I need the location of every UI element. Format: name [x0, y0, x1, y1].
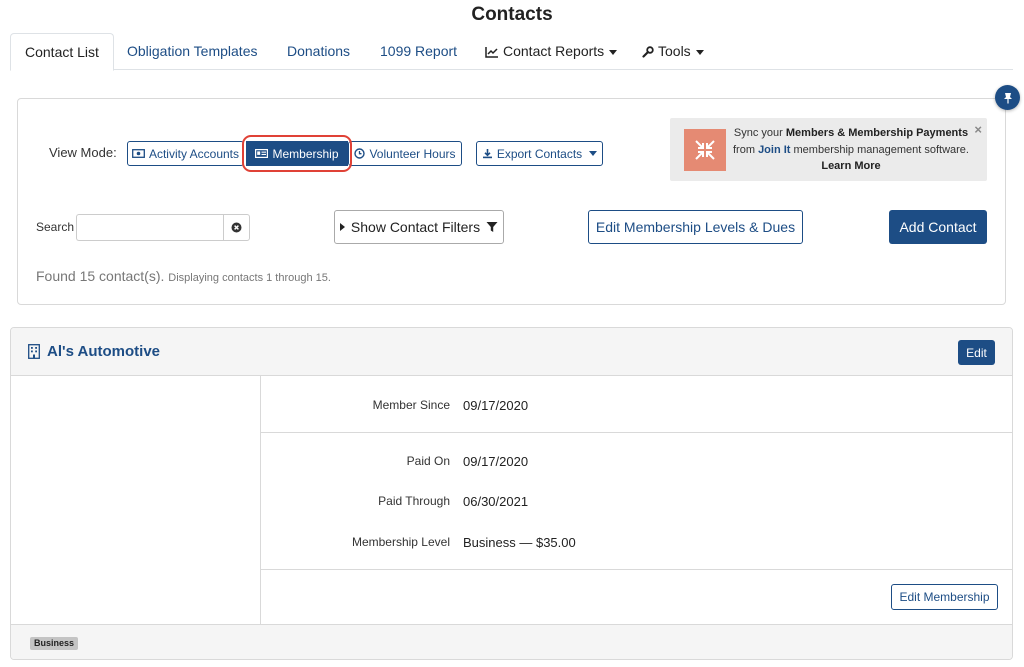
download-icon — [482, 149, 492, 159]
paid-on-value: 09/17/2020 — [463, 454, 529, 469]
promo-text: Sync your Members & Membership Payments … — [728, 125, 974, 175]
tab-label: Donations — [287, 43, 351, 59]
contact-card: Al's Automotive Edit Member Since 09/17/… — [10, 327, 1013, 660]
paid-through-value: 06/30/2021 — [463, 494, 529, 509]
edit-membership-levels-button[interactable]: Edit Membership Levels & Dues — [588, 210, 803, 244]
divider — [261, 569, 1012, 570]
pin-icon[interactable] — [995, 85, 1020, 110]
view-activity-accounts-button[interactable]: Activity Accounts — [127, 141, 244, 166]
filter-icon — [486, 222, 498, 232]
paid-on-label: Paid On — [406, 454, 450, 468]
button-label: Volunteer Hours — [369, 146, 456, 161]
divider — [261, 432, 1012, 433]
page-title: Contacts — [471, 4, 553, 25]
button-label: Export Contacts — [496, 146, 583, 161]
button-label: Edit Membership — [899, 590, 990, 604]
wrench-icon — [642, 46, 654, 58]
tab-label: 1099 Report — [380, 43, 458, 59]
tab-1099-report[interactable]: 1099 Report — [366, 33, 471, 70]
clock-icon — [354, 148, 366, 159]
membership-badge: Business — [30, 637, 79, 650]
join-it-link[interactable]: Join It — [758, 144, 790, 156]
learn-more-link[interactable]: Learn More — [821, 160, 880, 172]
search-input[interactable] — [76, 214, 224, 241]
member-since-label: Member Since — [372, 398, 450, 412]
export-contacts-button[interactable]: Export Contacts — [476, 141, 603, 166]
tab-tools[interactable]: Tools — [628, 33, 718, 70]
show-contact-filters-button[interactable]: Show Contact Filters — [334, 210, 504, 244]
button-label: Add Contact — [899, 219, 977, 235]
edit-membership-button[interactable]: Edit Membership — [891, 584, 998, 610]
membership-level-value: Business — $35.00 — [463, 535, 576, 550]
clear-search-button[interactable] — [223, 214, 250, 241]
selection-highlight — [242, 135, 352, 172]
contact-card-header: Al's Automotive Edit — [11, 328, 1012, 376]
search-label: Search — [36, 220, 75, 234]
contact-name[interactable]: Al's Automotive — [28, 343, 160, 360]
chart-line-icon — [485, 47, 498, 58]
view-volunteer-hours-button[interactable]: Volunteer Hours — [348, 141, 462, 166]
member-since-value: 09/17/2020 — [463, 398, 529, 413]
tab-bar: Contact List Obligation Templates Donati… — [10, 33, 1013, 71]
tab-label: Obligation Templates — [127, 43, 258, 59]
tab-obligation-templates[interactable]: Obligation Templates — [113, 33, 271, 70]
tab-contact-reports[interactable]: Contact Reports — [471, 33, 631, 70]
money-icon — [132, 149, 145, 158]
tab-label: Contact List — [25, 44, 99, 60]
tab-label: Tools — [658, 43, 691, 59]
results-summary: Found 15 contact(s). Displaying contacts… — [36, 268, 331, 284]
promo-text-part: Sync your — [733, 127, 786, 139]
promo-text-part: membership management software. — [790, 143, 969, 156]
paid-through-label: Paid Through — [378, 494, 450, 508]
contact-card-left-column — [11, 376, 261, 624]
button-label: Show Contact Filters — [350, 219, 481, 235]
add-contact-button[interactable]: Add Contact — [889, 210, 987, 244]
close-circle-icon — [231, 222, 242, 233]
found-count: Found 15 contact(s). — [36, 268, 165, 284]
button-label: Edit Membership Levels & Dues — [595, 219, 796, 235]
tab-label: Contact Reports — [503, 43, 605, 59]
tab-donations[interactable]: Donations — [273, 33, 364, 70]
contact-name-text: Al's Automotive — [47, 343, 161, 360]
promo-text-bold: Members & Membership Payments — [785, 127, 969, 139]
contact-card-footer: Business — [11, 624, 1012, 659]
chevron-down-icon — [609, 49, 618, 55]
button-label: Edit — [966, 345, 987, 360]
promo-text-part: from — [733, 143, 759, 156]
membership-level-label: Membership Level — [351, 535, 450, 549]
edit-contact-button[interactable]: Edit — [958, 340, 995, 365]
tab-contact-list[interactable]: Contact List — [10, 33, 114, 71]
displaying-range: Displaying contacts 1 through 15. — [168, 272, 331, 284]
building-icon — [28, 344, 40, 359]
chevron-down-icon — [589, 151, 598, 156]
button-label: Activity Accounts — [148, 146, 240, 161]
view-mode-label: View Mode: — [49, 145, 117, 160]
join-it-logo — [684, 129, 726, 171]
close-icon[interactable]: × — [974, 122, 982, 137]
join-it-promo: Sync your Members & Membership Payments … — [670, 118, 987, 181]
chevron-down-icon — [695, 49, 704, 55]
caret-right-icon — [339, 223, 345, 231]
